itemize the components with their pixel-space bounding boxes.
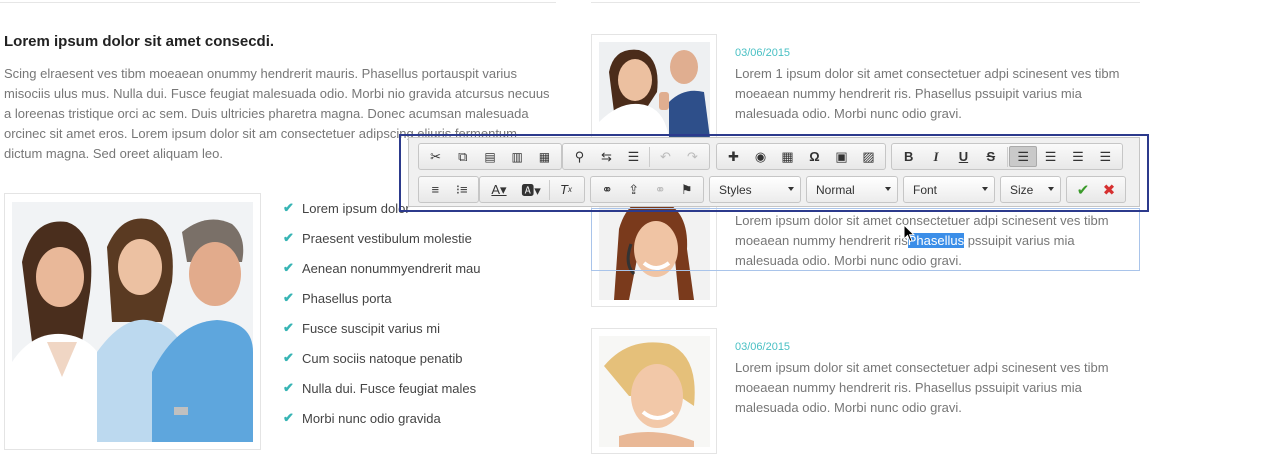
align-center-icon[interactable]: ☰ xyxy=(1037,146,1064,167)
mouse-cursor xyxy=(903,223,916,248)
upload-link-icon[interactable]: ⇪ xyxy=(621,179,648,200)
accept-icon[interactable]: ✔ xyxy=(1070,179,1096,200)
news-text: Lorem 1 ipsum dolor sit amet consectetue… xyxy=(735,66,1120,121)
list-item: ✔ Aenean nonummyendrerit mau xyxy=(283,260,481,276)
justify-icon[interactable]: ☰ xyxy=(1092,146,1119,167)
flag-icon[interactable]: ⚑ xyxy=(674,179,701,200)
remove-format-icon[interactable]: Tx xyxy=(552,179,580,200)
bold-icon[interactable]: B xyxy=(895,146,922,167)
color-group: A▾ 🅰▾ Tx xyxy=(479,176,585,203)
list-item: ✔ Fusce suscipit varius mi xyxy=(283,320,440,336)
find-group: ⚲ ⇆ ☰ ↶ ↷ xyxy=(562,143,710,170)
iframe-icon[interactable]: ▣ xyxy=(828,146,855,167)
insert-group: ✚ ◉ ▦ Ω ▣ ▨ xyxy=(716,143,886,170)
list-item: ✔ Morbi nunc odio gravida xyxy=(283,410,441,426)
special-char-icon[interactable]: Ω xyxy=(801,146,828,167)
size-dropdown[interactable]: Size xyxy=(1000,176,1061,203)
list-item: ✔ Phasellus porta xyxy=(283,290,392,306)
undo-icon[interactable]: ↶ xyxy=(652,146,679,167)
news-text-editing[interactable]: Lorem ipsum dolor sit amet consectetuer … xyxy=(735,211,1125,271)
replace-icon[interactable]: ⇆ xyxy=(593,146,620,167)
strikethrough-icon[interactable]: S xyxy=(977,146,1004,167)
chevron-down-icon xyxy=(1048,187,1054,191)
chevron-down-icon xyxy=(788,187,794,191)
align-left-icon[interactable]: ☰ xyxy=(1009,146,1037,167)
copy-icon[interactable]: ⧉ xyxy=(449,146,476,167)
list-group: ≡ ⁝≡ xyxy=(418,176,479,203)
background-color-icon[interactable]: 🅰▾ xyxy=(515,179,547,200)
italic-icon[interactable]: I xyxy=(922,146,949,167)
editor-toolbar: ✂ ⧉ ▤ ▥ ▦ ⚲ ⇆ ☰ ↶ ↷ ✚ ◉ ▦ Ω ▣ ▨ B I U S … xyxy=(408,137,1140,207)
format-dropdown[interactable]: Normal xyxy=(806,176,898,203)
chevron-down-icon xyxy=(982,187,988,191)
clipboard-group: ✂ ⧉ ▤ ▥ ▦ xyxy=(418,143,562,170)
list-item: ✔ Praesent vestibulum molestie xyxy=(283,230,472,246)
image-icon[interactable]: ▨ xyxy=(855,146,882,167)
bullet-list-icon[interactable]: ⁝≡ xyxy=(449,179,476,200)
redo-icon[interactable]: ↷ xyxy=(679,146,706,167)
numbered-list-icon[interactable]: ≡ xyxy=(422,179,449,200)
cancel-icon[interactable]: ✖ xyxy=(1096,179,1122,200)
top-divider-right xyxy=(591,2,1140,3)
cut-icon[interactable]: ✂ xyxy=(422,146,449,167)
chevron-down-icon xyxy=(885,187,891,191)
styles-dropdown[interactable]: Styles xyxy=(709,176,801,203)
paste-word-icon[interactable]: ▦ xyxy=(531,146,558,167)
team-photo xyxy=(4,193,261,450)
checkmark-icon: ✔ xyxy=(283,410,294,425)
checkmark-icon: ✔ xyxy=(283,320,294,335)
unlink-icon[interactable]: ⚭ xyxy=(647,179,674,200)
link-icon[interactable]: ⚭ xyxy=(594,179,621,200)
checkmark-icon: ✔ xyxy=(283,350,294,365)
text-color-icon[interactable]: A▾ xyxy=(483,179,515,200)
list-item: ✔ Nulla dui. Fusce feugiat males xyxy=(283,380,477,396)
paste-icon[interactable]: ▤ xyxy=(476,146,503,167)
find-icon[interactable]: ⚲ xyxy=(566,146,593,167)
article-heading: Lorem ipsum dolor sit amet consecdi. xyxy=(4,33,275,50)
checkmark-icon: ✔ xyxy=(283,290,294,305)
checkmark-icon: ✔ xyxy=(283,380,294,395)
paste-text-icon[interactable]: ▥ xyxy=(504,146,531,167)
select-all-icon[interactable]: ☰ xyxy=(620,146,647,167)
checkmark-icon: ✔ xyxy=(283,230,294,245)
save-group: ✔ ✖ xyxy=(1066,176,1126,203)
news-thumbnail xyxy=(591,328,717,454)
text-selection[interactable]: Phasellus xyxy=(907,233,965,248)
top-divider-left xyxy=(0,2,556,3)
checkmark-icon: ✔ xyxy=(283,200,294,215)
list-item: ✔ Cum sociis natoque penatib xyxy=(283,350,463,366)
add-block-icon[interactable]: ✚ xyxy=(720,146,747,167)
news-date: 03/06/2015 xyxy=(735,341,791,353)
align-right-icon[interactable]: ☰ xyxy=(1064,146,1091,167)
news-text: Lorem ipsum dolor sit amet consectetuer … xyxy=(735,360,1109,415)
font-dropdown[interactable]: Font xyxy=(903,176,995,203)
anchor-icon[interactable]: ◉ xyxy=(747,146,774,167)
table-icon[interactable]: ▦ xyxy=(774,146,801,167)
news-thumbnail xyxy=(591,34,717,138)
underline-icon[interactable]: U xyxy=(950,146,977,167)
news-date: 03/06/2015 xyxy=(735,47,791,59)
format-group: B I U S ☰ ☰ ☰ ☰ xyxy=(891,143,1123,170)
feature-checklist: ✔ Lorem ipsum dolor ✔ Praesent vestibulum … xyxy=(283,193,481,433)
checkmark-icon: ✔ xyxy=(283,260,294,275)
link-group: ⚭ ⇪ ⚭ ⚑ xyxy=(590,176,704,203)
